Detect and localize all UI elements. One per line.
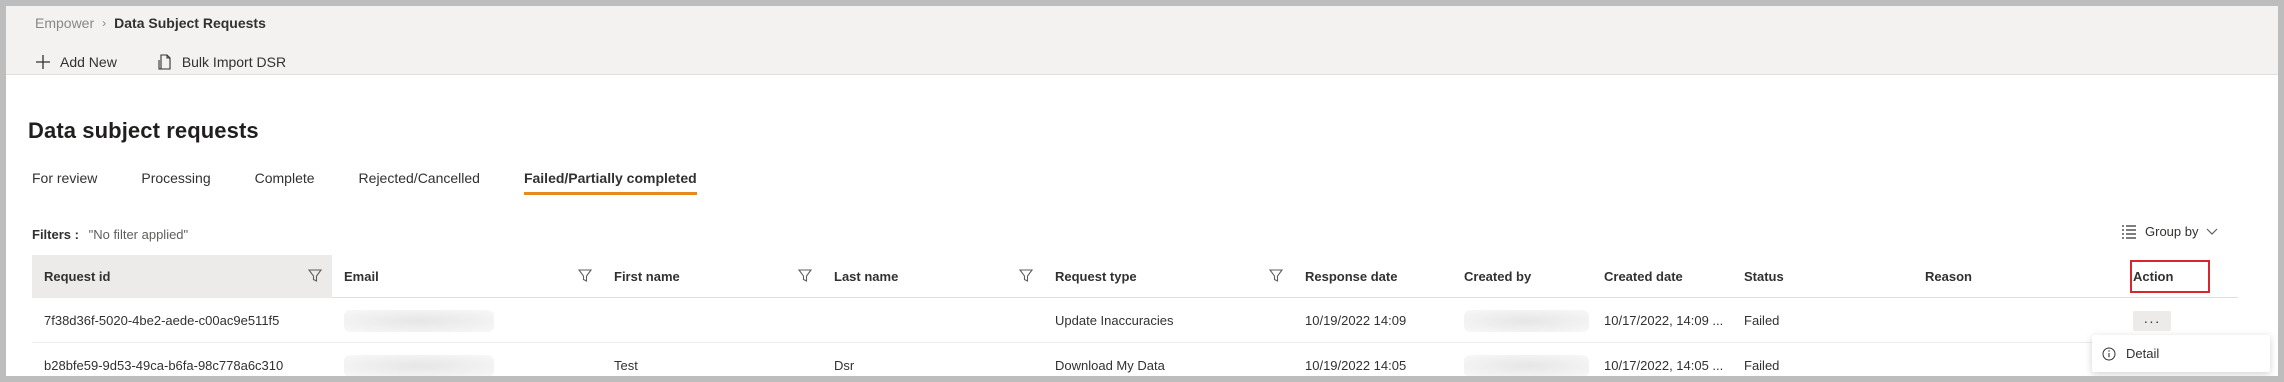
column-label: Last name <box>834 269 899 284</box>
filter-icon[interactable] <box>578 269 592 283</box>
cell-request-type: Download My Data <box>1055 358 1165 373</box>
tab-failed-partially-completed[interactable]: Failed/Partially completed <box>523 164 697 202</box>
tab-complete[interactable]: Complete <box>255 164 315 202</box>
info-icon <box>2102 347 2116 360</box>
tab-rejected-cancelled[interactable]: Rejected/Cancelled <box>359 164 480 202</box>
column-label: Action <box>2133 269 2174 284</box>
table-row[interactable]: 7f38d36f-5020-4be2-aede-c00ac9e511f5 Upd… <box>32 298 2238 343</box>
column-reason[interactable]: Reason <box>1913 255 2111 298</box>
filter-icon[interactable] <box>798 269 812 283</box>
add-new-label: Add New <box>60 54 117 70</box>
detail-label: Detail <box>2126 346 2160 361</box>
column-status[interactable]: Status <box>1732 255 1913 298</box>
cell-request-type: Update Inaccuracies <box>1055 313 1174 328</box>
cell-reason <box>1913 298 2111 343</box>
cell-created-by <box>1452 298 1592 343</box>
column-label: Created by <box>1464 269 1532 284</box>
cell-first-name <box>602 298 822 343</box>
filters-summary: Filters : "No filter applied" <box>32 227 188 242</box>
cell-response-date: 10/19/2022 14:05 <box>1305 358 1407 373</box>
toolbar: Add New Bulk Import DSR <box>35 50 326 74</box>
status-tabs: For review Processing Complete Rejected/… <box>32 164 741 202</box>
chevron-down-icon <box>2207 228 2218 235</box>
context-menu-detail[interactable]: Detail <box>2092 335 2270 372</box>
plus-icon <box>36 55 50 69</box>
group-by-label: Group by <box>2145 224 2199 239</box>
table-header: Request id Email First name Last name Re… <box>32 255 2238 298</box>
redacted-created-by <box>1464 309 1589 332</box>
breadcrumb-current: Data Subject Requests <box>114 15 266 31</box>
chevron-right-icon: › <box>102 16 107 30</box>
column-label: Status <box>1744 269 1784 284</box>
column-last-name[interactable]: Last name <box>822 255 1043 298</box>
filter-icon[interactable] <box>1019 269 1033 283</box>
cell-email <box>332 298 602 343</box>
column-request-type[interactable]: Request type <box>1043 255 1293 298</box>
app-window: Empower › Data Subject Requests Add New … <box>0 0 2284 382</box>
group-by-button[interactable]: Group by <box>2121 224 2226 239</box>
column-first-name[interactable]: First name <box>602 255 822 298</box>
tab-for-review[interactable]: For review <box>32 164 97 202</box>
command-bar: Empower › Data Subject Requests Add New … <box>6 6 2278 75</box>
cell-first-name: Test <box>614 358 638 373</box>
column-created-date[interactable]: Created date <box>1592 255 1732 298</box>
more-actions-button[interactable]: ··· <box>2133 310 2171 331</box>
cell-email <box>332 343 602 376</box>
redacted-email <box>344 309 494 332</box>
tab-processing[interactable]: Processing <box>141 164 210 202</box>
bulk-import-label: Bulk Import DSR <box>181 54 287 70</box>
cell-created-by <box>1452 343 1592 376</box>
cell-created-date: 10/17/2022, 14:05 ... <box>1604 358 1724 373</box>
filter-icon[interactable] <box>1269 269 1283 283</box>
filters-value: "No filter applied" <box>88 227 189 242</box>
breadcrumb: Empower › Data Subject Requests <box>35 12 266 34</box>
column-action: Action <box>2111 255 2218 298</box>
column-label: Request type <box>1055 269 1137 284</box>
column-label: Created date <box>1604 269 1683 284</box>
column-response-date[interactable]: Response date <box>1293 255 1452 298</box>
bulk-import-button[interactable]: Bulk Import DSR <box>157 54 286 70</box>
column-label: Email <box>344 269 379 284</box>
cell-last-name: Dsr <box>834 358 855 373</box>
column-label: First name <box>614 269 680 284</box>
breadcrumb-root[interactable]: Empower <box>35 15 94 31</box>
filters-label: Filters : <box>32 227 79 242</box>
document-import-icon <box>158 54 171 70</box>
cell-status: Failed <box>1744 313 1780 328</box>
page-title: Data subject requests <box>28 118 259 143</box>
cell-created-date: 10/17/2022, 14:09 ... <box>1604 313 1724 328</box>
cell-request-id: 7f38d36f-5020-4be2-aede-c00ac9e511f5 <box>44 313 280 328</box>
redacted-email <box>344 354 494 376</box>
filter-icon[interactable] <box>308 269 322 283</box>
requests-table: Request id Email First name Last name Re… <box>32 255 2238 376</box>
column-label: Request id <box>44 269 111 284</box>
column-label: Response date <box>1305 269 1398 284</box>
column-label: Reason <box>1925 269 1972 284</box>
cell-request-id: b28bfe59-9d53-49ca-b6fa-98c778a6c310 <box>44 358 284 373</box>
column-request-id[interactable]: Request id <box>32 255 332 298</box>
add-new-button[interactable]: Add New <box>35 54 117 70</box>
column-email[interactable]: Email <box>332 255 602 298</box>
cell-status: Failed <box>1744 358 1780 373</box>
group-list-icon <box>2122 224 2136 239</box>
cell-last-name <box>822 298 1043 343</box>
column-created-by[interactable]: Created by <box>1452 255 1592 298</box>
cell-reason <box>1913 343 2111 376</box>
redacted-created-by <box>1464 354 1589 376</box>
cell-response-date: 10/19/2022 14:09 <box>1305 313 1407 328</box>
table-row[interactable]: b28bfe59-9d53-49ca-b6fa-98c778a6c310 Tes… <box>32 343 2238 376</box>
